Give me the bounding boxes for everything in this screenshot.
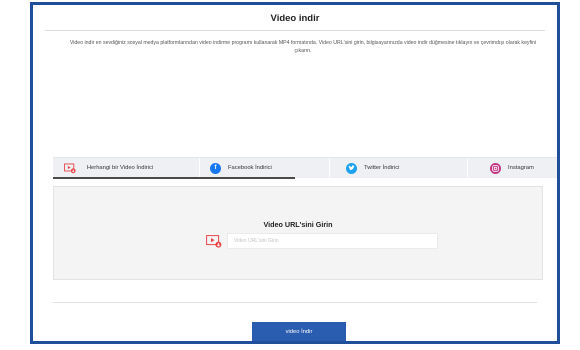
tab-any-video[interactable]: Herhangi bir Video İndirici	[53, 158, 199, 178]
video-download-icon	[64, 163, 76, 174]
url-heading: Video URL'sini Girin	[263, 220, 333, 229]
tab-label: Instagram	[508, 164, 534, 171]
page-title: Video indir	[270, 13, 320, 24]
tab-label: Herhangi bir Video İndirici	[86, 164, 154, 171]
url-row	[206, 233, 438, 249]
video-url-input[interactable]	[227, 233, 438, 249]
bottom-divider	[53, 302, 537, 303]
tab-facebook[interactable]: f Facebook İndirici	[199, 158, 329, 178]
url-panel: Video URL'sini Girin	[53, 186, 543, 280]
tab-twitter[interactable]: Twitter İndirici	[329, 158, 467, 178]
instagram-icon	[490, 162, 501, 174]
title-divider	[45, 30, 545, 31]
download-button[interactable]: video İndir	[252, 322, 346, 341]
tab-instagram[interactable]: Instagram	[467, 158, 557, 178]
app-window: Video indir Video indir en sevdiğiniz so…	[30, 2, 560, 344]
active-tab-indicator	[53, 177, 295, 179]
downloader-tabs: Herhangi bir Video İndirici f Facebook İ…	[53, 157, 557, 179]
page-description: Video indir en sevdiğiniz sosyal medya p…	[69, 40, 537, 54]
tab-label: Facebook İndirici	[228, 164, 272, 171]
tab-label: Twitter İndirici	[364, 164, 400, 171]
facebook-icon: f	[210, 162, 221, 174]
video-link-icon	[206, 235, 222, 248]
twitter-icon	[346, 162, 357, 174]
